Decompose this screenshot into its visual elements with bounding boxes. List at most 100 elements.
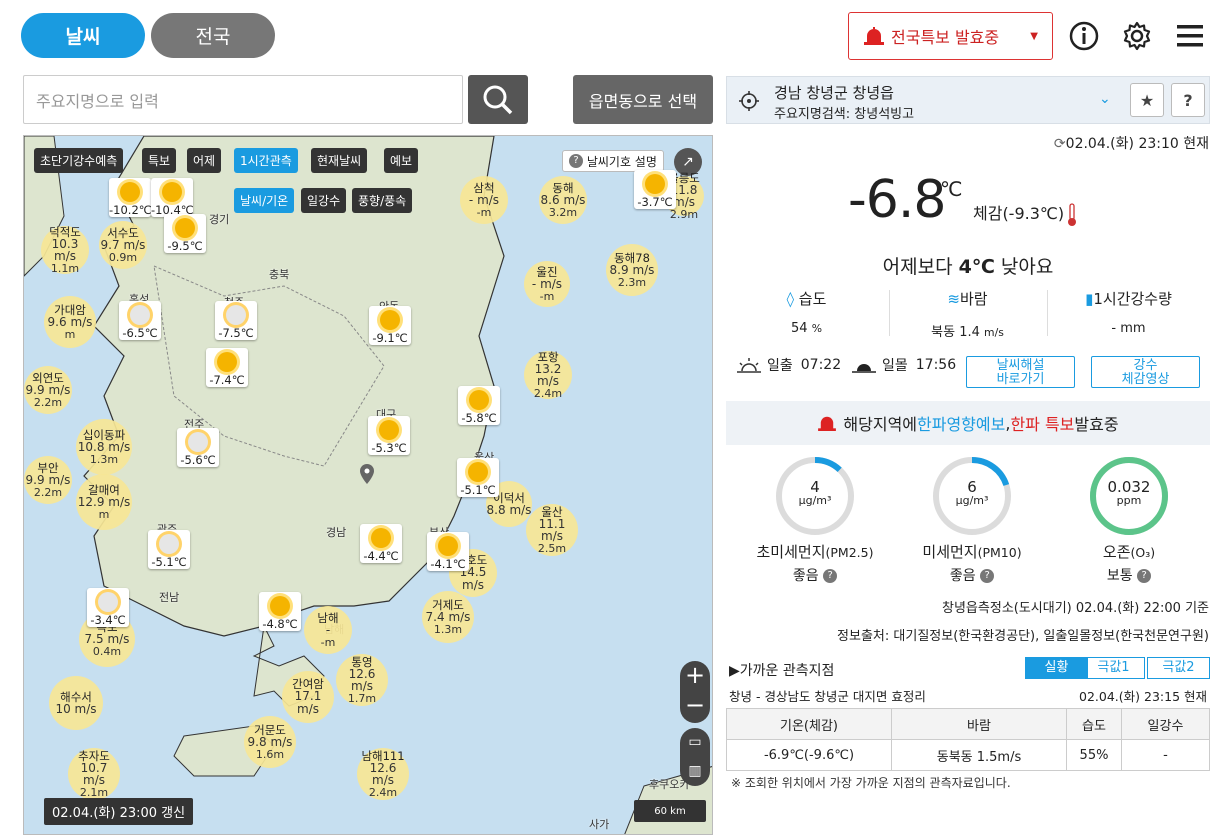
map-weather-card[interactable]: -10.4℃: [151, 178, 194, 217]
map-buoy-station[interactable]: 동해78 8.9 m/s 2.3m: [606, 244, 658, 296]
gauge-unit: ppm: [1116, 494, 1142, 507]
map-buoy-station[interactable]: 삼척 - m/s -m: [460, 176, 508, 224]
map-weather-card[interactable]: -9.1℃: [369, 306, 411, 345]
map-subtab-rain[interactable]: 일강수: [301, 188, 347, 213]
layers-icon[interactable]: ▥: [680, 757, 710, 786]
weather-symbol-legend-button[interactable]: ? 날씨기호 설명: [562, 150, 664, 172]
map-tab-yesterday[interactable]: 어제: [187, 148, 222, 173]
map-weather-card[interactable]: -5.1℃: [457, 458, 499, 497]
map-weather-card[interactable]: -7.5℃: [215, 301, 257, 340]
compare-prefix: 어제보다: [882, 256, 959, 278]
temperature-unit: ℃: [940, 177, 963, 201]
map-buoy-station[interactable]: 서수도 9.7 m/s 0.9m: [99, 221, 147, 269]
zoom-in-button[interactable]: +: [680, 661, 710, 692]
map-weather-card[interactable]: -3.7℃: [634, 170, 676, 209]
col-humidity: 습도: [1066, 708, 1122, 740]
station-wind: - m/s: [531, 276, 563, 291]
map-buoy-station[interactable]: 외연도 9.9 m/s 2.2m: [24, 366, 72, 414]
map-place-label: 사가: [589, 818, 610, 831]
station-wave: 2.3m: [617, 275, 647, 289]
tab-weather[interactable]: 날씨: [21, 13, 145, 58]
weather-map[interactable]: 초단기강수예측 특보 어제 1시간관측 현재날씨 예보 날씨/기온 일강수 풍향…: [23, 135, 713, 835]
map-weather-card[interactable]: -9.5℃: [164, 214, 206, 253]
tab-national[interactable]: 전국: [151, 13, 275, 58]
map-weather-card[interactable]: -5.6℃: [177, 428, 219, 467]
map-weather-card[interactable]: -4.4℃: [360, 524, 402, 563]
feels-like-value: 체감(-9.3℃): [973, 204, 1065, 223]
map-tab-forecast[interactable]: 예보: [384, 148, 419, 173]
location-name[interactable]: 경남 창녕군 창녕읍: [774, 82, 894, 103]
zoom-out-button[interactable]: −: [680, 692, 710, 723]
map-weather-card[interactable]: -4.1℃: [427, 532, 469, 571]
national-alert-dropdown[interactable]: 전국특보 발효중 ▼: [848, 12, 1053, 60]
station-wind: 8.6 m/s: [540, 192, 586, 207]
map-weather-card[interactable]: -5.1℃: [148, 530, 190, 569]
map-weather-card[interactable]: -5.8℃: [458, 386, 500, 425]
air-label-name: 초미세먼지: [756, 543, 826, 561]
map-buoy-station[interactable]: 가대암 9.6 m/s m: [44, 296, 96, 348]
station-wave: 0.9m: [108, 250, 138, 264]
map-buoy-station[interactable]: 거제도 7.4 m/s 1.3m: [422, 591, 474, 643]
tab-realtime[interactable]: 실황: [1025, 657, 1088, 679]
precip-video-button[interactable]: 강수 체감영상: [1091, 356, 1200, 388]
map-buoy-station[interactable]: 포항 13.2 m/s 2.4m: [524, 351, 572, 399]
siren-icon: [818, 416, 837, 431]
map-weather-card[interactable]: -5.3℃: [368, 416, 410, 455]
col-wind: 바람: [891, 708, 1067, 740]
map-weather-card[interactable]: -7.4℃: [206, 348, 248, 387]
map-buoy-station[interactable]: 울진 - m/s -m: [524, 261, 570, 307]
map-buoy-station[interactable]: 동해 8.6 m/s 3.2m: [539, 176, 587, 224]
help-button[interactable]: ?: [1171, 83, 1205, 117]
crosshair-icon[interactable]: [739, 91, 759, 111]
tab-extreme1[interactable]: 극값1: [1082, 657, 1145, 679]
map-tab-warning[interactable]: 특보: [142, 148, 177, 173]
weather-commentary-button[interactable]: 날씨해설 바로가기: [966, 356, 1075, 388]
select-by-district-button[interactable]: 읍면동으로 선택: [573, 75, 713, 124]
help-icon[interactable]: ?: [823, 569, 838, 583]
map-buoy-station[interactable]: 십이동파 10.8 m/s 1.3m: [76, 419, 132, 475]
refresh-icon[interactable]: ⟳: [1054, 136, 1066, 152]
map-buoy-station[interactable]: 울산 11.1 m/s 2.5m: [526, 504, 578, 556]
map-tab-current[interactable]: 현재날씨: [311, 148, 368, 173]
info-icon[interactable]: [1068, 20, 1100, 52]
temperature-comparison: 어제보다 4℃ 낮아요: [726, 252, 1210, 279]
ruler-icon[interactable]: ▭: [680, 728, 710, 757]
station-name: 덕적도: [49, 224, 81, 239]
help-icon[interactable]: ?: [1137, 569, 1152, 583]
map-weather-card[interactable]: -6.5℃: [119, 301, 161, 340]
menu-icon[interactable]: [1174, 20, 1206, 52]
map-buoy-station[interactable]: 갈매여 12.9 m/s m: [76, 474, 132, 530]
map-buoy-station[interactable]: 부안 9.9 m/s 2.2m: [24, 456, 72, 504]
map-buoy-station[interactable]: 통영 12.6 m/s 1.7m: [336, 654, 388, 706]
map-weather-card[interactable]: -3.4℃: [87, 588, 129, 627]
favorite-star-icon[interactable]: ★: [1130, 83, 1164, 117]
map-buoy-station[interactable]: 덕적도 10.3 m/s 1.1m: [41, 226, 89, 274]
map-weather-card[interactable]: -4.8℃: [259, 592, 301, 631]
map-buoy-station[interactable]: 남해111 12.6 m/s 2.4m: [357, 748, 409, 800]
map-buoy-station[interactable]: 간여암 17.1 m/s: [282, 671, 334, 723]
partly-cloudy-icon: [98, 592, 118, 612]
help-icon[interactable]: ?: [980, 569, 995, 583]
cold-impact-forecast-link[interactable]: 한파영향예보: [917, 411, 1005, 435]
map-subtab-temp[interactable]: 날씨/기온: [234, 188, 295, 213]
map-tab-nowcast[interactable]: 초단기강수예측: [34, 148, 124, 173]
sunny-icon: [217, 352, 237, 372]
map-weather-card[interactable]: -10.2℃: [109, 178, 152, 217]
drop-icon: ◊: [786, 290, 795, 308]
cold-warning-link[interactable]: 한파 특보: [1010, 411, 1074, 435]
map-buoy-station[interactable]: 추자도 10.7 m/s 2.1m: [68, 748, 120, 800]
map-buoy-station[interactable]: 거문도 9.8 m/s 1.6m: [244, 716, 296, 768]
search-button[interactable]: [468, 75, 528, 124]
chevron-down-icon[interactable]: ⌄: [1099, 91, 1111, 107]
map-subtab-wind[interactable]: 풍향/풍속: [352, 188, 413, 213]
search-input[interactable]: 주요지명으로 입력: [23, 75, 463, 124]
map-tab-hourly-obs[interactable]: 1시간관측: [234, 148, 298, 173]
card-temp: -7.4℃: [209, 373, 245, 387]
gear-icon[interactable]: [1121, 20, 1153, 52]
sunny-icon: [468, 462, 488, 482]
tab-extreme2[interactable]: 극값2: [1147, 657, 1210, 679]
map-buoy-station[interactable]: 해수서 10 m/s: [49, 676, 103, 730]
cell-wind: 동북동 1.5m/s: [891, 739, 1067, 771]
map-buoy-station[interactable]: 남해 - -m: [304, 606, 352, 654]
humidity-value: 54: [791, 321, 808, 336]
